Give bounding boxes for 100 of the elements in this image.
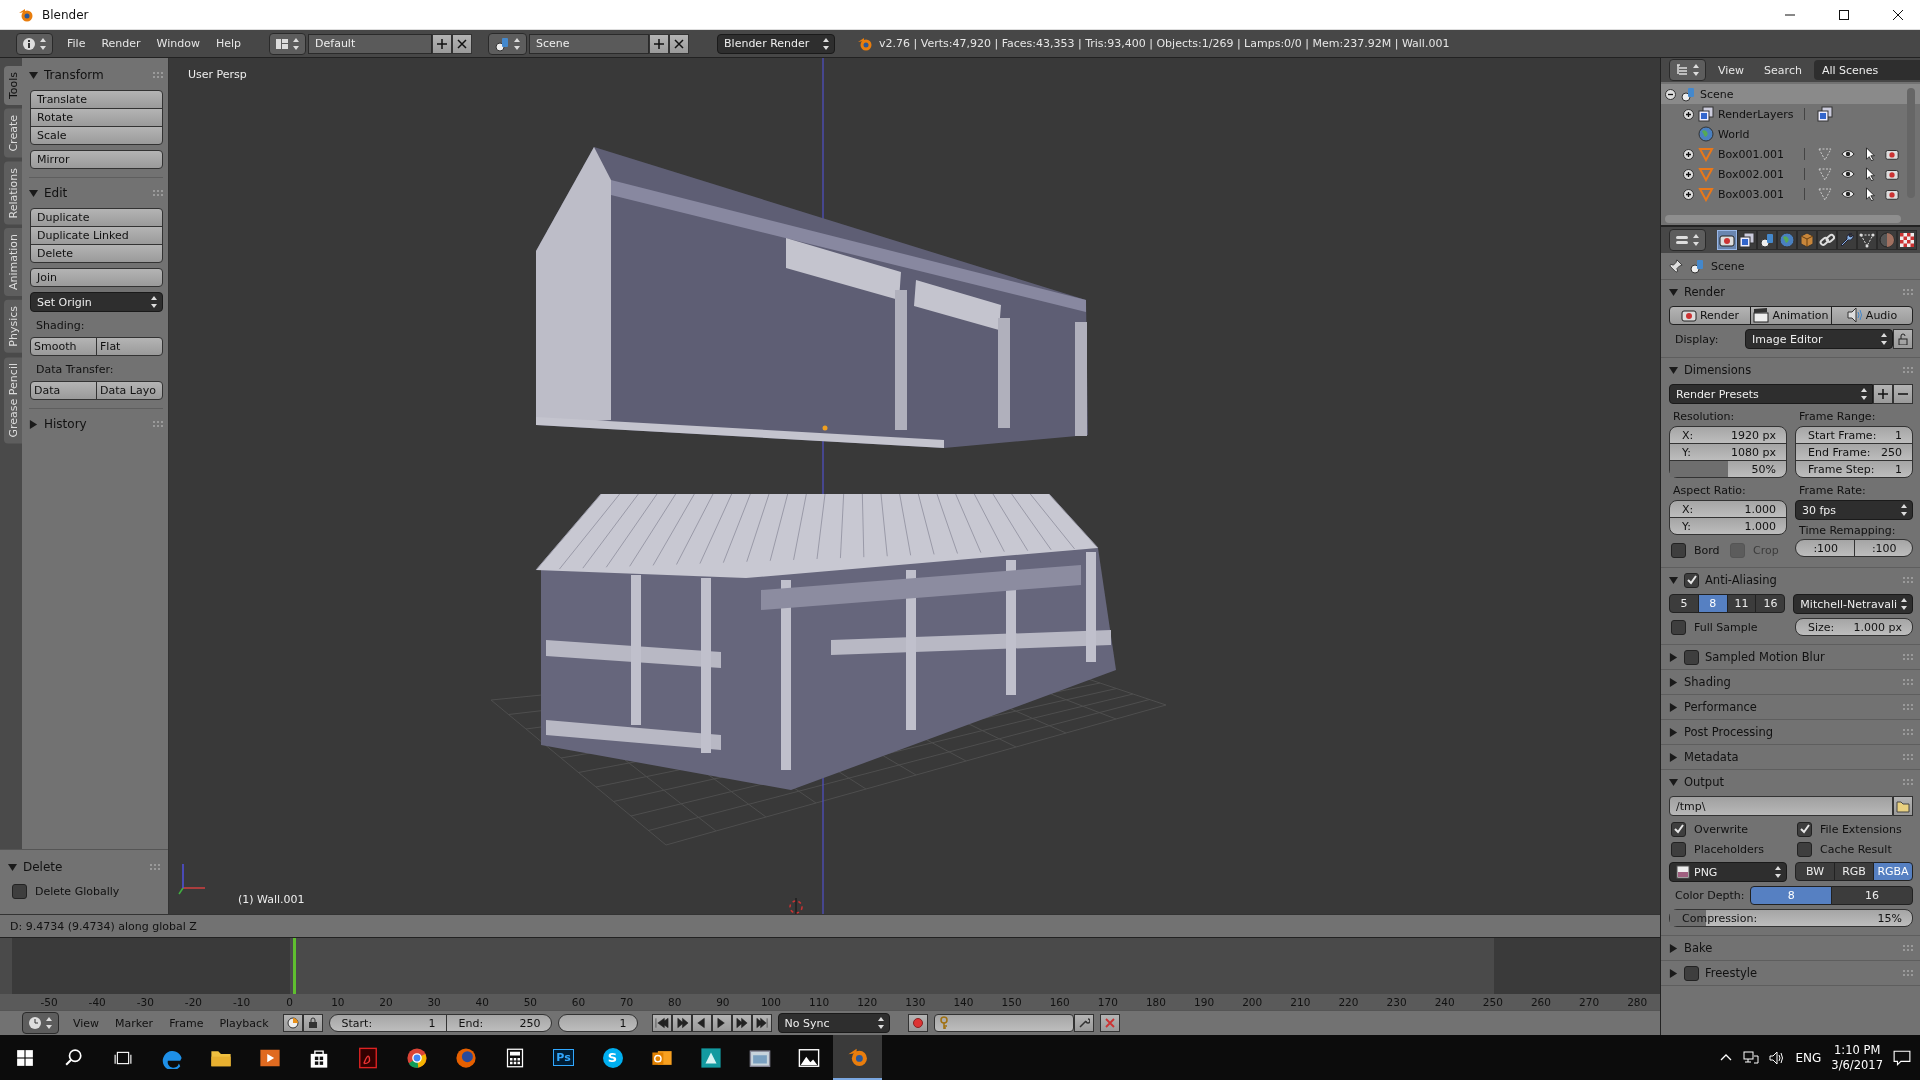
expand-icon[interactable] bbox=[1683, 148, 1694, 160]
expand-icon[interactable] bbox=[1683, 108, 1694, 120]
dropdown[interactable]: Set Origin bbox=[30, 292, 163, 312]
number-field[interactable]: :100 bbox=[1795, 539, 1855, 557]
expand-triangle-icon[interactable] bbox=[1669, 677, 1678, 687]
checkbox[interactable] bbox=[1671, 542, 1686, 558]
scene-button[interactable] bbox=[488, 32, 528, 55]
expand-triangle-icon[interactable] bbox=[1669, 702, 1678, 712]
checkbox[interactable] bbox=[1671, 841, 1686, 857]
start-frame-field[interactable]: Start: 1 bbox=[328, 1014, 447, 1032]
menu-item[interactable]: Window bbox=[148, 37, 208, 50]
editor-type-button[interactable] bbox=[16, 32, 53, 55]
checkbox[interactable] bbox=[1684, 965, 1699, 981]
network-icon[interactable] bbox=[1743, 1049, 1760, 1066]
checkbox[interactable] bbox=[12, 884, 27, 899]
expand-triangle-icon[interactable] bbox=[1669, 752, 1678, 762]
collapse-triangle-icon[interactable] bbox=[1669, 365, 1678, 375]
outliner-row[interactable]: World bbox=[1661, 124, 1920, 144]
number-field[interactable]: :100 bbox=[1853, 539, 1913, 557]
tool-tab[interactable]: Relations bbox=[4, 161, 22, 225]
sample-button[interactable]: 8 bbox=[1697, 594, 1728, 613]
tool-button[interactable]: Delete bbox=[30, 244, 163, 263]
menu-item[interactable]: Search bbox=[1756, 63, 1810, 77]
menu-item[interactable]: File bbox=[59, 37, 94, 50]
collapse-triangle-icon[interactable] bbox=[8, 862, 17, 872]
properties-tab[interactable] bbox=[1837, 230, 1857, 250]
sample-button[interactable]: 11 bbox=[1726, 594, 1757, 613]
playback-button[interactable] bbox=[671, 1014, 692, 1032]
render-action-button[interactable]: Animation bbox=[1750, 306, 1832, 325]
slider[interactable]: 50% bbox=[1669, 460, 1787, 478]
pointer-icon[interactable] bbox=[1863, 187, 1877, 201]
add-preset-button[interactable] bbox=[1873, 384, 1893, 404]
collapse-icon[interactable] bbox=[1665, 88, 1676, 100]
keying-button[interactable] bbox=[282, 1014, 303, 1032]
tool-button[interactable]: Mirror bbox=[30, 150, 163, 169]
number-field[interactable]: Size: 1.000 px bbox=[1795, 618, 1913, 636]
checkbox[interactable] bbox=[1671, 619, 1686, 635]
checkbox[interactable] bbox=[1684, 649, 1699, 665]
number-field[interactable]: X: 1.000 bbox=[1669, 500, 1787, 518]
collapse-triangle-icon[interactable] bbox=[1669, 575, 1678, 585]
clock[interactable]: 1:10 PM 3/6/2017 bbox=[1831, 1042, 1883, 1073]
expand-icon[interactable] bbox=[1683, 168, 1694, 180]
number-field[interactable]: Start Frame: 1 bbox=[1795, 426, 1913, 444]
render-action-button[interactable]: Render bbox=[1669, 306, 1751, 325]
collapse-triangle-icon[interactable] bbox=[29, 70, 38, 80]
playback-button[interactable] bbox=[651, 1014, 672, 1032]
tool-button[interactable]: Rotate bbox=[30, 108, 163, 127]
color-depth-button[interactable]: 16 bbox=[1831, 886, 1913, 905]
checkbox[interactable] bbox=[1797, 821, 1812, 837]
record-button[interactable] bbox=[907, 1014, 928, 1032]
notification-icon[interactable] bbox=[1893, 1048, 1911, 1067]
menu-item[interactable]: View bbox=[65, 1016, 108, 1030]
expand-triangle-icon[interactable] bbox=[1669, 727, 1678, 737]
outliner-row[interactable]: Box003.001 bbox=[1661, 184, 1920, 204]
playback-button[interactable] bbox=[751, 1014, 772, 1032]
properties-tab[interactable] bbox=[1817, 230, 1837, 250]
color-mode-button[interactable]: BW bbox=[1795, 862, 1835, 881]
tool-tab[interactable]: Create bbox=[4, 109, 22, 158]
number-field[interactable]: Frame Step: 1 bbox=[1795, 460, 1913, 478]
tool-tab[interactable]: Grease Pencil bbox=[4, 356, 22, 444]
tool-button[interactable]: Duplicate Linked bbox=[30, 226, 163, 245]
editor-type-button[interactable] bbox=[1669, 59, 1706, 81]
checkbox[interactable] bbox=[1684, 572, 1699, 588]
insert-keyframe-button[interactable] bbox=[1073, 1014, 1094, 1032]
expand-triangle-icon[interactable] bbox=[1669, 943, 1678, 953]
language-indicator[interactable]: ENG bbox=[1795, 1050, 1822, 1065]
browse-button[interactable] bbox=[1893, 796, 1913, 816]
collapse-triangle-icon[interactable] bbox=[1669, 287, 1678, 297]
camera-icon[interactable] bbox=[1885, 187, 1899, 201]
taskbar-button[interactable]: Ps bbox=[539, 1035, 588, 1080]
file-format-dropdown[interactable]: PNG bbox=[1669, 862, 1787, 882]
properties-tab[interactable] bbox=[1737, 230, 1757, 250]
camera-icon[interactable] bbox=[1885, 167, 1899, 181]
collapse-triangle-icon[interactable] bbox=[1669, 777, 1678, 787]
layout-field[interactable]: Default bbox=[308, 33, 433, 54]
display-mode-dropdown[interactable]: All Scenes bbox=[1813, 60, 1920, 80]
expand-icon[interactable] bbox=[1683, 188, 1694, 200]
collapse-triangle-icon[interactable] bbox=[29, 188, 38, 198]
sample-button[interactable]: 5 bbox=[1669, 594, 1699, 613]
lock-button[interactable] bbox=[1893, 329, 1913, 349]
properties-tab[interactable] bbox=[1717, 230, 1737, 250]
outliner-row[interactable]: Scene bbox=[1661, 84, 1920, 104]
playback-button[interactable] bbox=[691, 1014, 712, 1032]
menu-item[interactable]: View bbox=[1710, 63, 1753, 77]
tool-button[interactable]: Scale bbox=[30, 126, 163, 145]
editor-type-button[interactable] bbox=[1669, 229, 1706, 251]
render-action-button[interactable]: Audio bbox=[1831, 306, 1913, 325]
add-button[interactable] bbox=[649, 33, 670, 54]
keying-set-field[interactable] bbox=[933, 1014, 1074, 1032]
tool-button[interactable]: Data bbox=[30, 381, 97, 400]
output-path-field[interactable]: /tmp\ bbox=[1669, 796, 1893, 816]
tool-tab[interactable]: Tools bbox=[4, 66, 22, 106]
scrollbar[interactable] bbox=[1665, 215, 1901, 223]
slider[interactable]: Compression: 15% bbox=[1669, 909, 1913, 927]
number-field[interactable]: X: 1920 px bbox=[1669, 426, 1787, 444]
tool-tab[interactable]: Physics bbox=[4, 300, 22, 353]
scene-field[interactable]: Scene bbox=[529, 33, 650, 54]
outliner-row[interactable]: Box002.001 bbox=[1661, 164, 1920, 184]
pointer-icon[interactable] bbox=[1863, 167, 1877, 181]
sample-button[interactable]: 16 bbox=[1755, 594, 1786, 613]
